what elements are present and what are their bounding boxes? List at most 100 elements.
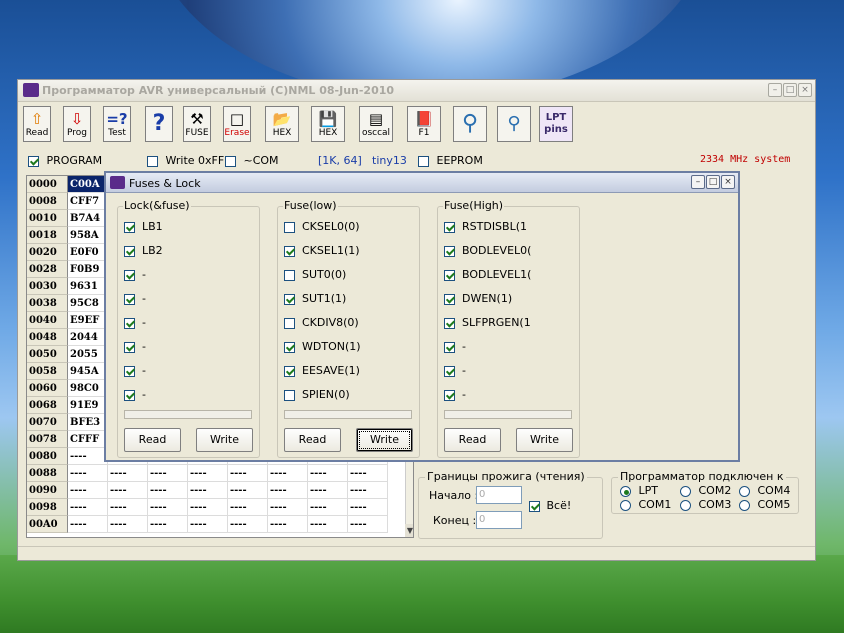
- fuse-low-bit[interactable]: SUT0(0): [284, 268, 346, 284]
- memory-cell[interactable]: CFFF: [68, 431, 108, 448]
- memory-cell[interactable]: E9EF: [68, 312, 108, 329]
- lock-bit[interactable]: -: [124, 364, 146, 380]
- lock-bit-checkbox[interactable]: [124, 317, 135, 329]
- fuse-low-bit[interactable]: SPIEN(0): [284, 388, 350, 404]
- main-titlebar[interactable]: Программатор AVR универсальный (C)NML 08…: [18, 80, 815, 102]
- fuse-high-bit[interactable]: SLFPRGEN(1: [444, 316, 531, 332]
- memory-cell[interactable]: ----: [308, 516, 348, 533]
- memory-cell[interactable]: ----: [108, 516, 148, 533]
- memory-cell[interactable]: ----: [148, 499, 188, 516]
- memory-cell[interactable]: ----: [268, 499, 308, 516]
- lock-bit[interactable]: LB2: [124, 244, 163, 260]
- com4-radio[interactable]: [739, 485, 750, 497]
- lock-read-button[interactable]: Read: [124, 428, 181, 452]
- memory-cell[interactable]: ----: [188, 499, 228, 516]
- port-com4[interactable]: COM4: [739, 484, 790, 497]
- memory-cell[interactable]: CFF7: [68, 193, 108, 210]
- fuse-low-read-button[interactable]: Read: [284, 428, 341, 452]
- read-button[interactable]: ⇧ Read: [23, 106, 51, 142]
- fuse-low-write-button[interactable]: Write: [356, 428, 413, 452]
- fuse-high-bit[interactable]: DWEN(1): [444, 292, 512, 308]
- fuse-high-bit-checkbox[interactable]: [444, 341, 455, 353]
- memory-cell[interactable]: 2055: [68, 346, 108, 363]
- memory-cell[interactable]: ----: [268, 482, 308, 499]
- lock-bit-checkbox[interactable]: [124, 389, 135, 401]
- program-option[interactable]: PROGRAM: [28, 154, 102, 167]
- com5-radio[interactable]: [739, 499, 750, 511]
- lock-bit-checkbox[interactable]: [124, 269, 135, 281]
- fuse-low-bit[interactable]: SUT1(1): [284, 292, 346, 308]
- fuse-low-bit-checkbox[interactable]: [284, 293, 295, 305]
- eeprom-option[interactable]: EEPROM: [418, 154, 483, 167]
- lock-bit-checkbox[interactable]: [124, 293, 135, 305]
- fuse-low-bit-checkbox[interactable]: [284, 245, 295, 257]
- fuse-high-bit-checkbox[interactable]: [444, 365, 455, 377]
- write-0xff-checkbox[interactable]: [147, 155, 158, 167]
- program-checkbox[interactable]: [28, 155, 39, 167]
- lock-write-button[interactable]: Write: [196, 428, 253, 452]
- memory-cell[interactable]: 2044: [68, 329, 108, 346]
- memory-cell[interactable]: ----: [68, 448, 108, 465]
- end-input[interactable]: 0: [476, 511, 522, 529]
- memory-cell[interactable]: ----: [348, 516, 388, 533]
- memory-cell[interactable]: BFE3: [68, 414, 108, 431]
- fuse-high-bit[interactable]: BODLEVEL0(: [444, 244, 531, 260]
- memory-cell[interactable]: B7A4: [68, 210, 108, 227]
- com-checkbox[interactable]: [225, 155, 236, 167]
- memory-cell[interactable]: ----: [308, 465, 348, 482]
- memory-cell[interactable]: ----: [268, 516, 308, 533]
- hex-save-button[interactable]: 💾 HEX: [311, 106, 345, 142]
- port-com1[interactable]: COM1: [620, 498, 671, 511]
- memory-cell[interactable]: ----: [348, 482, 388, 499]
- fuse-low-bit-checkbox[interactable]: [284, 365, 295, 377]
- fuse-high-bit[interactable]: -: [444, 388, 466, 404]
- lpt-radio[interactable]: [620, 485, 631, 497]
- lock-bit-checkbox[interactable]: [124, 245, 135, 257]
- memory-cell[interactable]: C00A: [68, 176, 108, 193]
- memory-cell[interactable]: ----: [228, 482, 268, 499]
- memory-cell[interactable]: ----: [68, 499, 108, 516]
- erase-button[interactable]: □ Erase: [223, 106, 251, 142]
- memory-cell[interactable]: 98C0: [68, 380, 108, 397]
- fuse-low-bit[interactable]: CKSEL0(0): [284, 220, 360, 236]
- memory-cell[interactable]: ----: [348, 465, 388, 482]
- close-button[interactable]: ×: [798, 83, 812, 97]
- lock-bit[interactable]: -: [124, 292, 146, 308]
- minimize-button[interactable]: –: [768, 83, 782, 97]
- fuse-button[interactable]: ⚒ FUSE: [183, 106, 211, 142]
- fuse-high-read-button[interactable]: Read: [444, 428, 501, 452]
- fuse-high-bit[interactable]: -: [444, 340, 466, 356]
- hex-open-button[interactable]: 📂 HEX: [265, 106, 299, 142]
- fuse-high-bit[interactable]: -: [444, 364, 466, 380]
- memory-cell[interactable]: ----: [188, 516, 228, 533]
- fuse-low-bit-checkbox[interactable]: [284, 317, 295, 329]
- port-lpt[interactable]: LPT: [620, 484, 658, 497]
- memory-cell[interactable]: ----: [68, 482, 108, 499]
- scroll-down-arrow-icon[interactable]: ▼: [405, 524, 413, 537]
- fuse-high-bit-checkbox[interactable]: [444, 269, 455, 281]
- lock-bit-checkbox[interactable]: [124, 341, 135, 353]
- memory-cell[interactable]: ----: [108, 482, 148, 499]
- write-0xff-option[interactable]: Write 0xFF: [147, 154, 224, 167]
- com-option[interactable]: ~COM: [225, 154, 279, 167]
- fuse-high-bit-checkbox[interactable]: [444, 389, 455, 401]
- port-com5[interactable]: COM5: [739, 498, 790, 511]
- memory-cell[interactable]: 9631: [68, 278, 108, 295]
- memory-cell[interactable]: ----: [188, 482, 228, 499]
- memory-cell[interactable]: 945A: [68, 363, 108, 380]
- lock-bit[interactable]: -: [124, 268, 146, 284]
- start-input[interactable]: 0: [476, 486, 522, 504]
- lock-bit-checkbox[interactable]: [124, 221, 135, 233]
- all-option[interactable]: Всё!: [529, 499, 571, 512]
- f1-button[interactable]: 📕 F1: [407, 106, 441, 142]
- memory-cell[interactable]: ----: [148, 465, 188, 482]
- memory-cell[interactable]: ----: [228, 499, 268, 516]
- memory-cell[interactable]: ----: [348, 499, 388, 516]
- com1-radio[interactable]: [620, 499, 631, 511]
- memory-cell[interactable]: ----: [68, 465, 108, 482]
- dialog-maximize-button[interactable]: □: [706, 175, 720, 189]
- eeprom-checkbox[interactable]: [418, 155, 429, 167]
- fuse-high-bit-checkbox[interactable]: [444, 221, 455, 233]
- fuse-high-bit-checkbox[interactable]: [444, 245, 455, 257]
- com2-radio[interactable]: [680, 485, 691, 497]
